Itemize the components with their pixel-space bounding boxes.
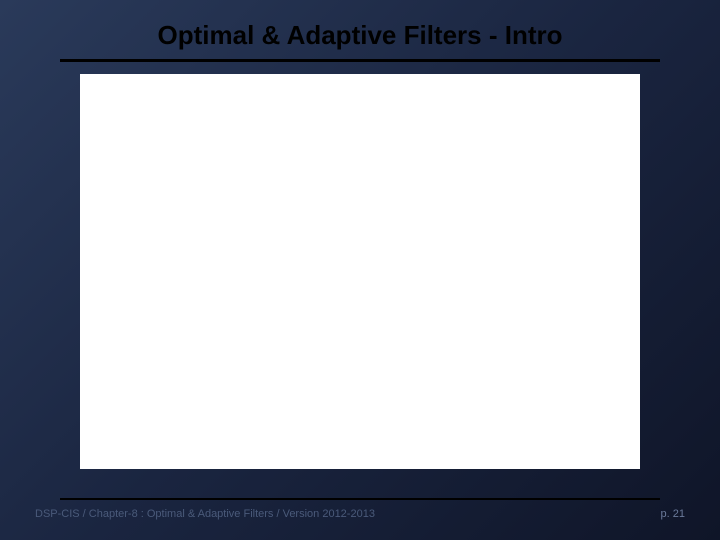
slide-footer: DSP-CIS / Chapter-8 : Optimal & Adaptive… bbox=[0, 498, 720, 520]
footer-divider bbox=[60, 498, 660, 500]
slide-header: Optimal & Adaptive Filters - Intro bbox=[0, 0, 720, 70]
title-divider bbox=[60, 59, 660, 62]
footer-row: DSP-CIS / Chapter-8 : Optimal & Adaptive… bbox=[30, 508, 690, 520]
slide-content-area bbox=[80, 74, 640, 469]
page-number: p. 21 bbox=[661, 508, 685, 520]
slide-title: Optimal & Adaptive Filters - Intro bbox=[0, 20, 720, 51]
footer-breadcrumb: DSP-CIS / Chapter-8 : Optimal & Adaptive… bbox=[35, 508, 375, 520]
